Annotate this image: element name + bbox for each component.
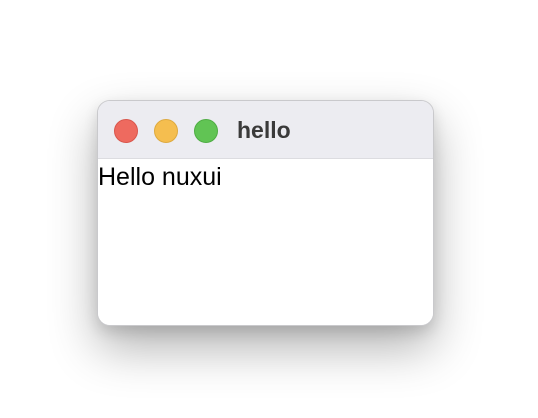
- desktop-background: hello Hello nuxui: [0, 0, 538, 418]
- minimize-button[interactable]: [154, 119, 178, 143]
- hello-label: Hello nuxui: [98, 163, 222, 191]
- window-title: hello: [237, 117, 291, 143]
- app-window: hello Hello nuxui: [97, 100, 434, 326]
- zoom-button[interactable]: [194, 119, 218, 143]
- window-content: Hello nuxui: [98, 159, 433, 325]
- close-button[interactable]: [114, 119, 138, 143]
- window-titlebar[interactable]: hello: [98, 101, 433, 159]
